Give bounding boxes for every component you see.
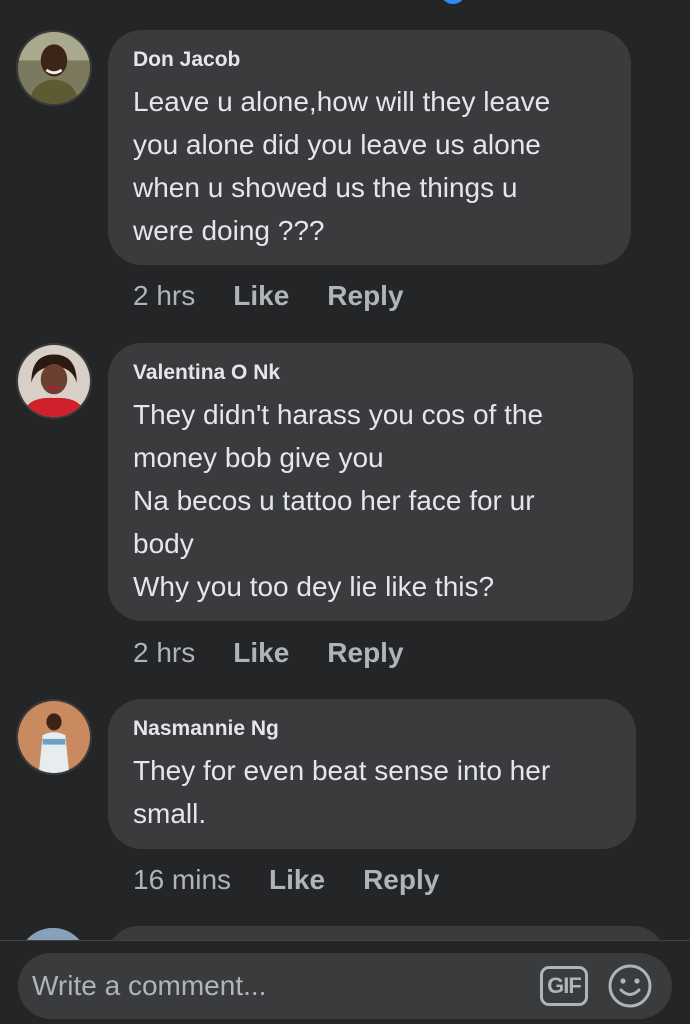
reaction-icon xyxy=(442,0,464,4)
person-avatar-icon xyxy=(18,345,90,417)
comment-actions: 16 mins Like Reply xyxy=(133,864,477,896)
comment-composer: GIF xyxy=(0,940,690,1024)
person-avatar-icon xyxy=(18,701,90,773)
comment-author[interactable]: Nasmannie Ng xyxy=(133,715,610,743)
comment-timestamp[interactable]: 2 hrs xyxy=(133,280,195,312)
comment-input[interactable] xyxy=(32,953,532,1019)
comment-author[interactable]: Valentina O Nk xyxy=(133,359,607,387)
reply-button[interactable]: Reply xyxy=(363,864,439,896)
avatar[interactable] xyxy=(16,343,92,419)
avatar[interactable] xyxy=(16,699,92,775)
comment-bubble: Valentina O Nk They didn't harass you co… xyxy=(108,343,633,621)
reply-button[interactable]: Reply xyxy=(327,637,403,669)
comment-actions: 2 hrs Like Reply xyxy=(133,637,442,669)
comment-timestamp[interactable]: 2 hrs xyxy=(133,637,195,669)
smiley-face-icon[interactable] xyxy=(606,962,654,1010)
gif-icon[interactable]: GIF xyxy=(540,966,588,1006)
reply-button[interactable]: Reply xyxy=(327,280,403,312)
comment-field: GIF xyxy=(18,953,672,1019)
comment-text: They didn't harass you cos of the money … xyxy=(133,399,544,602)
like-button[interactable]: Like xyxy=(233,637,289,669)
comment-author[interactable]: Don Jacob xyxy=(133,46,605,74)
avatar[interactable] xyxy=(16,30,92,106)
comments-screen: Don Jacob Leave u alone,how will they le… xyxy=(0,0,690,1024)
person-avatar-icon xyxy=(18,32,90,104)
comment-bubble: Nasmannie Ng They for even beat sense in… xyxy=(108,699,636,849)
comment-bubble: Don Jacob Leave u alone,how will they le… xyxy=(108,30,631,265)
like-button[interactable]: Like xyxy=(233,280,289,312)
comment-text: They for even beat sense into her small. xyxy=(133,755,551,829)
comment-text: Leave u alone,how will they leave you al… xyxy=(133,86,551,246)
comment-actions: 2 hrs Like Reply xyxy=(133,280,442,312)
comment-timestamp[interactable]: 16 mins xyxy=(133,864,231,896)
like-button[interactable]: Like xyxy=(269,864,325,896)
top-cropped-actions xyxy=(330,0,490,6)
